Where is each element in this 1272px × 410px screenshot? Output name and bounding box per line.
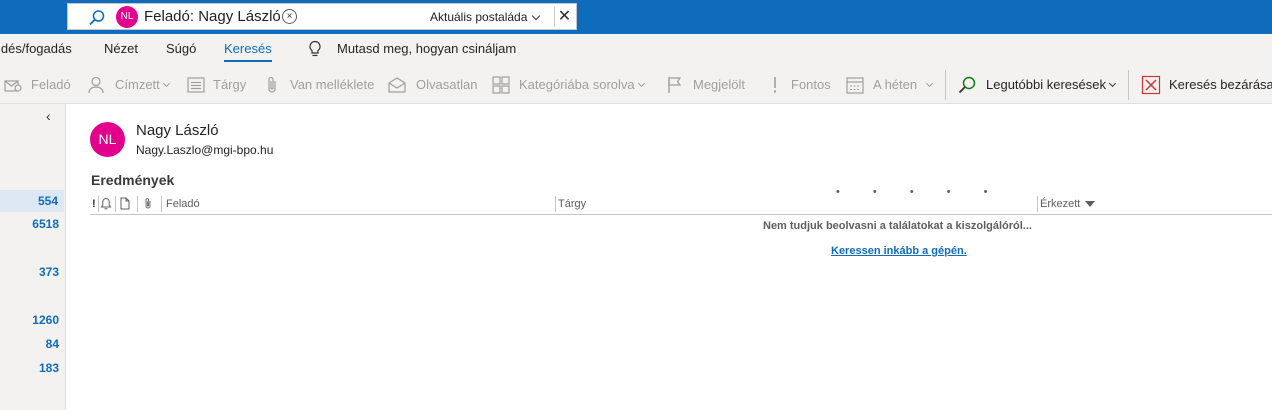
folder-count[interactable]: 183: [39, 361, 59, 375]
tab-send-receive[interactable]: ldés/fogadás: [0, 41, 72, 56]
important-button[interactable]: Fontos: [765, 66, 835, 104]
folder-count[interactable]: 84: [46, 337, 59, 351]
search-toolbar: Feladó Címzett Tárgy Van melléklete Olva…: [0, 66, 1272, 104]
search-icon[interactable]: [88, 9, 106, 27]
importance-column-header[interactable]: !: [92, 198, 96, 210]
tell-me-search[interactable]: Mutasd meg, hogyan csináljam: [337, 41, 516, 56]
close-search-button[interactable]: Keresés bezárása: [1140, 66, 1272, 104]
search-icon: [958, 76, 976, 94]
recent-searches-label: Legutóbbi keresések: [986, 77, 1117, 92]
close-search-label: Keresés bezárása: [1169, 77, 1272, 92]
person-icon: [88, 76, 104, 94]
results-column-header: ! Feladó Tárgy Érkezett: [90, 194, 1272, 215]
this-week-button[interactable]: A héten: [845, 66, 937, 104]
close-icon: [1141, 75, 1161, 95]
flagged-label: Megjelölt: [693, 77, 746, 92]
this-week-label: A héten: [873, 77, 934, 92]
tab-search[interactable]: Keresés: [224, 41, 272, 62]
search-on-computer-link[interactable]: Keressen inkább a gépén.: [831, 245, 967, 257]
has-attachment-button[interactable]: Van melléklete: [262, 66, 377, 104]
exclamation-icon: [773, 77, 777, 93]
folder-count[interactable]: 6518: [32, 217, 59, 231]
categorized-button[interactable]: Kategóriába sorolva: [491, 66, 653, 104]
title-bar: NL Feladó: Nagy László × Aktuális postal…: [0, 0, 1272, 34]
search-filter-chip[interactable]: NL Feladó: Nagy László ×: [116, 6, 300, 28]
error-message: Nem tudjuk beolvasni a találatokat a kis…: [763, 220, 1032, 232]
open-envelope-icon: [388, 77, 406, 93]
has-attachment-label: Van melléklete: [290, 77, 375, 92]
from-button[interactable]: Feladó: [0, 66, 75, 104]
document-icon[interactable]: [119, 197, 131, 210]
subject-column-header[interactable]: Tárgy: [558, 198, 586, 210]
attachment-column-icon[interactable]: [142, 197, 154, 210]
recent-searches-button[interactable]: Legutóbbi keresések: [957, 66, 1120, 104]
folder-pane: ‹ 554 6518 373 1260 84 183: [0, 104, 66, 410]
search-scope-dropdown[interactable]: Aktuális postaláda: [430, 10, 541, 24]
from-label: Feladó: [31, 77, 71, 92]
to-button[interactable]: Címzett: [86, 66, 176, 104]
contact-name: Nagy László: [136, 122, 219, 139]
to-label: Címzett: [115, 77, 170, 92]
paperclip-icon: [268, 76, 276, 93]
reminder-bell-icon[interactable]: [100, 197, 112, 210]
results-heading: Eredmények: [91, 172, 175, 188]
subject-lines-icon: [187, 77, 205, 93]
folder-count[interactable]: 1260: [32, 313, 59, 327]
subject-button[interactable]: Tárgy: [186, 66, 251, 104]
categorized-label: Kategóriába sorolva: [519, 77, 645, 92]
chevron-down-icon: [532, 11, 541, 21]
important-label: Fontos: [791, 77, 831, 92]
menu-bar: ldés/fogadás Nézet Súgó Keresés Mutasd m…: [0, 34, 1272, 66]
category-grid-icon: [492, 76, 510, 94]
sort-descending-icon: [1085, 201, 1096, 207]
tab-view[interactable]: Nézet: [104, 41, 138, 56]
search-results-pane: NL Nagy László Nagy.Laszlo@mgi-bpo.hu Er…: [66, 104, 1272, 410]
unread-button[interactable]: Olvasatlan: [387, 66, 482, 104]
lightbulb-icon: [309, 40, 321, 57]
from-column-header[interactable]: Feladó: [166, 198, 200, 210]
unread-label: Olvasatlan: [416, 77, 478, 92]
contact-email: Nagy.Laszlo@mgi-bpo.hu: [136, 143, 274, 157]
toolbar-divider: [945, 70, 946, 100]
toolbar-divider: [1128, 70, 1129, 100]
contact-search-icon: [4, 80, 22, 92]
subject-label: Tárgy: [213, 77, 247, 92]
chip-avatar: NL: [116, 6, 138, 28]
tab-help[interactable]: Súgó: [166, 41, 196, 56]
search-scope-label: Aktuális postaláda: [430, 10, 528, 24]
flagged-button[interactable]: Megjelölt: [665, 66, 753, 104]
chip-remove-icon[interactable]: ×: [282, 9, 297, 24]
clear-search-button[interactable]: ✕: [554, 7, 574, 27]
folder-count[interactable]: 554: [0, 190, 64, 212]
received-column-header[interactable]: Érkezett: [1040, 198, 1096, 210]
search-box[interactable]: NL Feladó: Nagy László × Aktuális postal…: [67, 3, 577, 30]
avatar: NL: [90, 122, 125, 157]
collapse-pane-button[interactable]: ‹: [46, 108, 51, 124]
folder-count[interactable]: 373: [39, 265, 59, 279]
flag-icon: [668, 77, 682, 93]
chip-text: Feladó: Nagy László: [144, 8, 281, 25]
calendar-icon: [846, 77, 864, 94]
